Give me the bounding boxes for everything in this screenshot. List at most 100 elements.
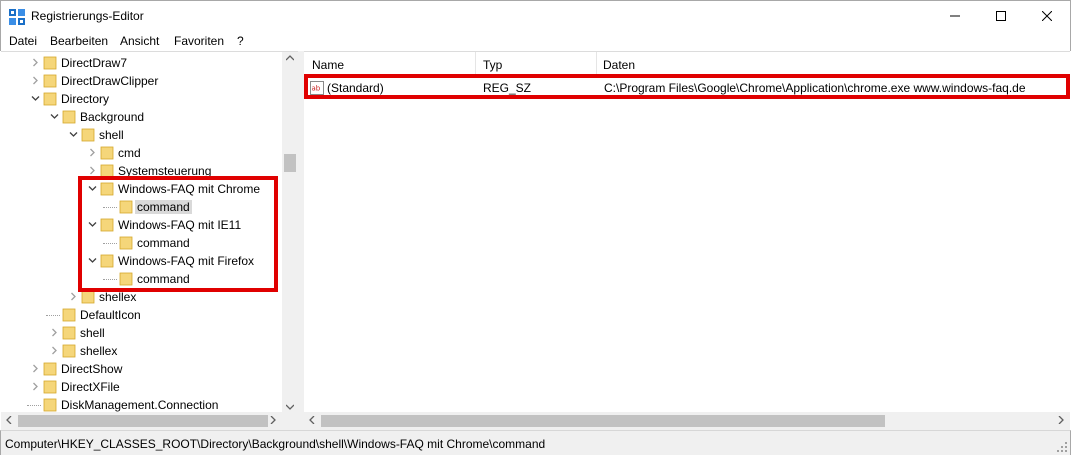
- tree-node-label[interactable]: shell: [97, 128, 126, 142]
- resize-grip-icon[interactable]: [1057, 442, 1067, 452]
- tree-node[interactable]: Windows-FAQ mit Firefox: [1, 252, 282, 270]
- folder-icon: [100, 146, 114, 160]
- column-header-data[interactable]: Daten: [603, 58, 635, 72]
- value-type: REG_SZ: [483, 81, 532, 95]
- chevron-right-icon[interactable]: [69, 292, 78, 301]
- tree-horizontal-scrollbar[interactable]: [1, 412, 298, 430]
- registry-tree[interactable]: DirectDraw7 DirectDrawClipper Directory Bac…: [1, 51, 298, 413]
- chevron-right-icon[interactable]: [88, 166, 97, 175]
- tree-vertical-scroll-thumb[interactable]: [284, 154, 296, 172]
- tree-node-label[interactable]: DirectDraw7: [59, 56, 129, 70]
- chevron-right-icon[interactable]: [50, 346, 59, 355]
- scroll-left-icon[interactable]: [309, 416, 315, 424]
- chevron-down-icon[interactable]: [88, 256, 97, 265]
- chevron-right-icon[interactable]: [31, 58, 40, 67]
- tree-vertical-scrollbar[interactable]: [282, 52, 298, 413]
- tree-node[interactable]: Background: [1, 108, 282, 126]
- tree-node[interactable]: Systemsteuerung: [1, 162, 282, 180]
- tree-node-label[interactable]: command: [135, 272, 192, 286]
- tree-node[interactable]: command: [1, 198, 282, 216]
- chevron-down-icon[interactable]: [69, 130, 78, 139]
- value-row[interactable]: ab (Standard) REG_SZ C:\Program Files\Go…: [304, 79, 1070, 97]
- scroll-left-icon[interactable]: [6, 416, 12, 424]
- tree-node[interactable]: DefaultIcon: [1, 306, 282, 324]
- column-header-type[interactable]: Typ: [483, 58, 502, 72]
- scroll-right-icon[interactable]: [270, 416, 276, 424]
- scroll-down-icon[interactable]: [286, 404, 294, 410]
- tree-node[interactable]: DirectShow: [1, 360, 282, 378]
- list-horizontal-scrollbar[interactable]: [304, 412, 1070, 430]
- tree-node-label[interactable]: DirectDrawClipper: [59, 74, 160, 88]
- tree-node-label[interactable]: DiskManagement.Connection: [59, 398, 220, 412]
- folder-icon: [100, 182, 114, 196]
- chevron-down-icon[interactable]: [31, 94, 40, 103]
- tree-node[interactable]: command: [1, 270, 282, 288]
- tree-node-label[interactable]: Systemsteuerung: [116, 164, 213, 178]
- tree-node[interactable]: shell: [1, 324, 282, 342]
- tree-node[interactable]: shellex: [1, 288, 282, 306]
- chevron-down-icon[interactable]: [88, 184, 97, 193]
- tree-node-label[interactable]: DirectXFile: [59, 380, 122, 394]
- column-divider[interactable]: [596, 52, 597, 76]
- tree-node[interactable]: command: [1, 234, 282, 252]
- tree-node[interactable]: cmd: [1, 144, 282, 162]
- tree-node[interactable]: Directory: [1, 90, 282, 108]
- tree-node-label[interactable]: Windows-FAQ mit Firefox: [116, 254, 256, 268]
- maximize-icon: [996, 11, 1006, 21]
- tree-node-label[interactable]: Windows-FAQ mit IE11: [116, 218, 243, 232]
- folder-icon: [81, 290, 95, 304]
- chevron-right-icon[interactable]: [31, 382, 40, 391]
- title-bar[interactable]: Registrierungs-Editor: [0, 0, 1071, 31]
- chevron-down-icon[interactable]: [88, 220, 97, 229]
- minimize-button[interactable]: [932, 1, 978, 31]
- menu-datei[interactable]: Datei: [9, 34, 37, 48]
- tree-node[interactable]: Windows-FAQ mit Chrome: [1, 180, 282, 198]
- tree-node[interactable]: DirectDraw7: [1, 54, 282, 72]
- tree-connector: [103, 207, 117, 208]
- scroll-up-icon[interactable]: [286, 55, 294, 61]
- value-list[interactable]: Name Typ Daten ab (Standard) REG_SZ C:\P…: [304, 51, 1070, 412]
- chevron-right-icon[interactable]: [50, 328, 59, 337]
- tree-node-label[interactable]: Directory: [59, 92, 111, 106]
- tree-node-label[interactable]: DefaultIcon: [78, 308, 143, 322]
- list-header: Name Typ Daten: [304, 52, 1070, 76]
- folder-icon: [62, 110, 76, 124]
- tree-node[interactable]: shell: [1, 126, 282, 144]
- menu-ansicht[interactable]: Ansicht: [120, 34, 159, 48]
- tree-horizontal-scroll-thumb[interactable]: [18, 415, 268, 427]
- folder-icon: [81, 128, 95, 142]
- tree-node[interactable]: DirectXFile: [1, 378, 282, 396]
- status-bar: Computer\HKEY_CLASSES_ROOT\Directory\Bac…: [0, 430, 1071, 455]
- tree-node[interactable]: Windows-FAQ mit IE11: [1, 216, 282, 234]
- tree-node-label[interactable]: cmd: [116, 146, 143, 160]
- scroll-right-icon[interactable]: [1058, 416, 1064, 424]
- tree-node[interactable]: shellex: [1, 342, 282, 360]
- menu-help[interactable]: ?: [237, 34, 244, 48]
- tree-connector: [103, 243, 117, 244]
- tree-node-label[interactable]: shellex: [78, 344, 119, 358]
- menu-bearbeiten[interactable]: Bearbeiten: [50, 34, 108, 48]
- tree-node-label[interactable]: Windows-FAQ mit Chrome: [116, 182, 262, 196]
- folder-icon: [100, 254, 114, 268]
- tree-node-label[interactable]: Background: [78, 110, 146, 124]
- menu-favoriten[interactable]: Favoriten: [174, 34, 224, 48]
- tree-node-label[interactable]: command: [135, 200, 192, 214]
- tree-node[interactable]: DirectDrawClipper: [1, 72, 282, 90]
- close-button[interactable]: [1024, 1, 1070, 31]
- tree-node-label[interactable]: shellex: [97, 290, 138, 304]
- tree-connector: [46, 315, 60, 316]
- folder-icon: [43, 74, 57, 88]
- tree-node-label[interactable]: command: [135, 236, 192, 250]
- chevron-right-icon[interactable]: [31, 76, 40, 85]
- column-divider[interactable]: [475, 52, 476, 76]
- folder-icon: [119, 272, 133, 286]
- tree-node-label[interactable]: DirectShow: [59, 362, 124, 376]
- chevron-right-icon[interactable]: [88, 148, 97, 157]
- column-header-name[interactable]: Name: [312, 58, 344, 72]
- chevron-down-icon[interactable]: [50, 112, 59, 121]
- list-horizontal-scroll-thumb[interactable]: [321, 415, 885, 427]
- value-name: (Standard): [327, 81, 384, 95]
- tree-node-label[interactable]: shell: [78, 326, 107, 340]
- chevron-right-icon[interactable]: [31, 364, 40, 373]
- maximize-button[interactable]: [978, 1, 1024, 31]
